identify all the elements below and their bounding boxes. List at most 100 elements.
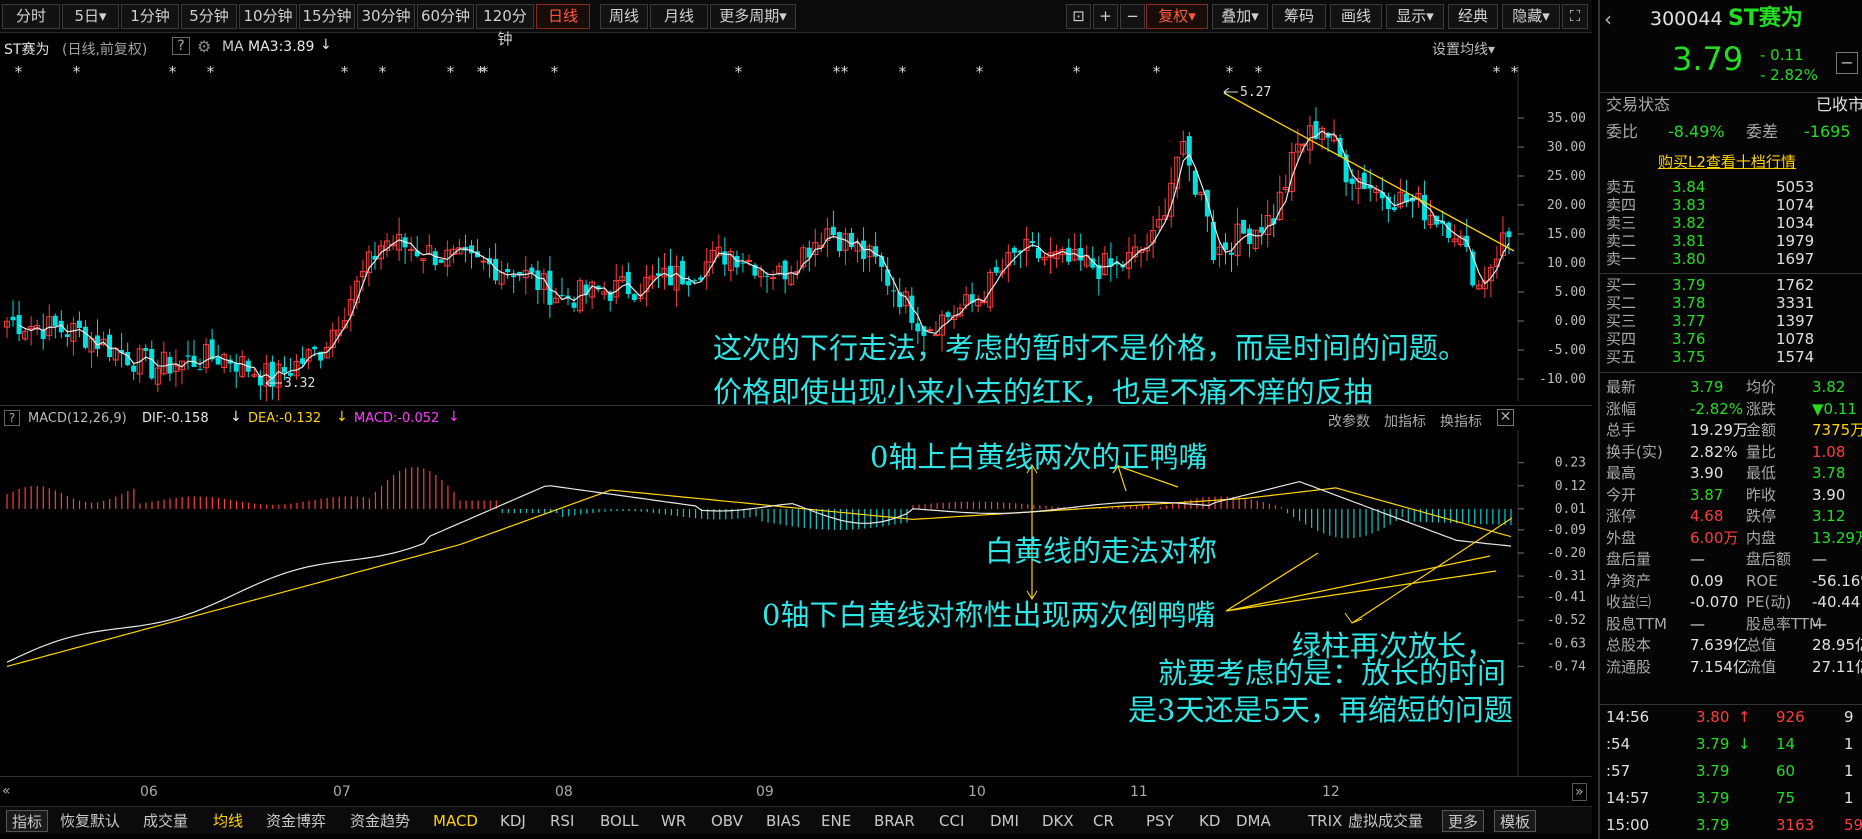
period-tab[interactable]: 周线 bbox=[600, 4, 648, 29]
indicator-tab[interactable]: 恢复默认 bbox=[60, 810, 120, 832]
period-tab[interactable]: 120分钟 bbox=[476, 4, 534, 48]
period-tab[interactable]: 60分钟 bbox=[417, 4, 474, 29]
indicator-tab[interactable]: ENE bbox=[821, 810, 851, 832]
tick-time: 15:00 bbox=[1606, 816, 1650, 834]
stat-label: 盘后量 bbox=[1606, 550, 1652, 568]
period-tab[interactable]: 日线 bbox=[536, 4, 590, 29]
gear-icon[interactable]: ⚙ bbox=[197, 37, 211, 56]
tool-button[interactable]: 隐藏▾ bbox=[1502, 4, 1560, 29]
tool-button[interactable]: 筹码 bbox=[1272, 4, 1326, 29]
add-indicator-button[interactable]: 加指标 bbox=[1384, 411, 1426, 431]
indicator-tab[interactable]: 指标 bbox=[6, 810, 49, 832]
ask-row: 卖一 3.80 1697 bbox=[1600, 250, 1862, 268]
fullscreen-icon[interactable]: ⛶ bbox=[1562, 4, 1588, 29]
period-tab[interactable]: 10分钟 bbox=[239, 4, 297, 29]
tool-button[interactable]: 叠加▾ bbox=[1212, 4, 1268, 29]
period-tab[interactable]: 分时 bbox=[2, 4, 60, 29]
ask-price: 3.83 bbox=[1672, 196, 1706, 214]
indicator-tab[interactable]: KD bbox=[1199, 810, 1220, 832]
period-tab[interactable]: 1分钟 bbox=[121, 4, 179, 29]
indicator-tab[interactable]: 更多 bbox=[1442, 810, 1485, 832]
tool-button[interactable]: 经典 bbox=[1448, 4, 1498, 29]
tool-button[interactable]: 复权▾ bbox=[1146, 4, 1208, 29]
period-tab[interactable]: 15分钟 bbox=[299, 4, 355, 29]
period-tab[interactable]: 5日▾ bbox=[62, 4, 119, 29]
scroll-left-icon[interactable]: « bbox=[2, 783, 11, 799]
ask-price: 3.84 bbox=[1672, 178, 1706, 196]
candle-body-down bbox=[312, 346, 318, 350]
dif-line bbox=[6, 480, 1512, 663]
indicator-tab[interactable]: 资金趋势 bbox=[350, 810, 410, 832]
tool-button[interactable]: 画线 bbox=[1330, 4, 1382, 29]
bid-row: 买三 3.77 1397 bbox=[1600, 312, 1862, 330]
ask-label: 卖二 bbox=[1606, 232, 1637, 250]
kline-header: ST赛为 (日线,前复权) ? ⚙ MA MA3:3.89 ↓ 设置均线▾ bbox=[0, 33, 1592, 65]
stat-label: 跌停 bbox=[1746, 507, 1777, 525]
zoom-in-icon[interactable]: + bbox=[1093, 4, 1118, 29]
change-params-button[interactable]: 改参数 bbox=[1328, 411, 1370, 431]
indicator-tab[interactable]: 均线 bbox=[213, 810, 243, 832]
lock-icon[interactable]: ⊡ bbox=[1066, 4, 1091, 29]
indicator-tab[interactable]: BIAS bbox=[766, 810, 801, 832]
indicator-tab[interactable]: DKX bbox=[1042, 810, 1074, 832]
tick-arrow-icon: ↓ bbox=[1738, 735, 1751, 753]
weibi-label: 委比 bbox=[1606, 122, 1639, 141]
month-label: 09 bbox=[756, 784, 774, 800]
indicator-tab[interactable]: PSY bbox=[1146, 810, 1174, 832]
dea-arrow-icon: ↓ bbox=[336, 409, 348, 425]
period-tab[interactable]: 月线 bbox=[650, 4, 708, 29]
stat-value: 0.09 bbox=[1690, 571, 1724, 590]
candle-body-down bbox=[686, 280, 692, 286]
indicator-tab[interactable]: MACD bbox=[433, 810, 478, 832]
macd-y-tick-label: -0.41 bbox=[1547, 590, 1586, 605]
indicator-tab[interactable]: BOLL bbox=[600, 810, 639, 832]
close-macd-icon[interactable]: ✕ bbox=[1497, 409, 1514, 426]
indicator-tab[interactable]: TRIX bbox=[1308, 810, 1342, 832]
tick-time: :54 bbox=[1606, 735, 1631, 753]
event-marker-icon: * bbox=[1225, 65, 1234, 81]
stat-label: 涨幅 bbox=[1606, 399, 1637, 418]
period-tab[interactable]: 30分钟 bbox=[357, 4, 415, 29]
divider bbox=[1600, 704, 1862, 705]
l2-link[interactable]: 购买L2查看十档行情 bbox=[1658, 151, 1796, 173]
indicator-tab[interactable]: OBV bbox=[711, 810, 743, 832]
collapse-icon[interactable]: − bbox=[1836, 52, 1858, 74]
tick-volume: 3163 bbox=[1776, 816, 1815, 834]
stat-label: 均价 bbox=[1746, 378, 1777, 396]
switch-indicator-button[interactable]: 换指标 bbox=[1440, 411, 1482, 431]
candle-body-down bbox=[197, 369, 203, 371]
indicator-tab[interactable]: 虚拟成交量 bbox=[1348, 810, 1423, 832]
indicator-tab[interactable]: CR bbox=[1093, 810, 1114, 832]
bid-volume: 1762 bbox=[1776, 276, 1815, 294]
indicator-tab[interactable]: DMA bbox=[1236, 810, 1271, 832]
indicator-tab[interactable]: BRAR bbox=[874, 810, 915, 832]
indicator-tab[interactable]: WR bbox=[661, 810, 686, 832]
ma-label: MA bbox=[222, 39, 244, 55]
period-tab[interactable]: 5分钟 bbox=[181, 4, 237, 29]
chart-subtitle: (日线,前复权) bbox=[62, 42, 148, 58]
period-tab[interactable]: 更多周期▾ bbox=[710, 4, 796, 29]
bid-row: 买二 3.78 3331 bbox=[1600, 294, 1862, 312]
stat-row: 外盘 6.00万内盘 13.29万 bbox=[1600, 527, 1862, 549]
month-label: 06 bbox=[140, 784, 158, 800]
scroll-right-icon[interactable]: » bbox=[1572, 783, 1587, 801]
stat-value: -0.070 bbox=[1690, 593, 1739, 611]
zoom-out-icon[interactable]: − bbox=[1120, 4, 1145, 29]
indicator-tab[interactable]: DMI bbox=[990, 810, 1019, 832]
macd-help-icon[interactable]: ? bbox=[4, 410, 20, 426]
candle-body-down bbox=[1391, 207, 1397, 211]
stat-value: 3.90 bbox=[1690, 464, 1724, 482]
ma-settings-button[interactable]: 设置均线▾ bbox=[1432, 39, 1495, 59]
tick-row: :57 3.79 60 1 bbox=[1600, 760, 1862, 782]
indicator-tab[interactable]: 成交量 bbox=[143, 810, 188, 832]
tool-button[interactable]: 显示▾ bbox=[1386, 4, 1444, 29]
indicator-tab[interactable]: 资金博弈 bbox=[266, 810, 326, 832]
indicator-tab[interactable]: KDJ bbox=[500, 810, 526, 832]
indicator-tab[interactable]: 模板 bbox=[1494, 810, 1537, 832]
help-icon[interactable]: ? bbox=[172, 37, 190, 55]
indicator-tab[interactable]: CCI bbox=[939, 810, 964, 832]
tick-row: 14:57 3.79 75 1 bbox=[1600, 787, 1862, 809]
candle-body-down bbox=[885, 269, 891, 286]
back-icon[interactable]: ‹ bbox=[1604, 8, 1612, 30]
indicator-tab[interactable]: RSI bbox=[550, 810, 574, 832]
